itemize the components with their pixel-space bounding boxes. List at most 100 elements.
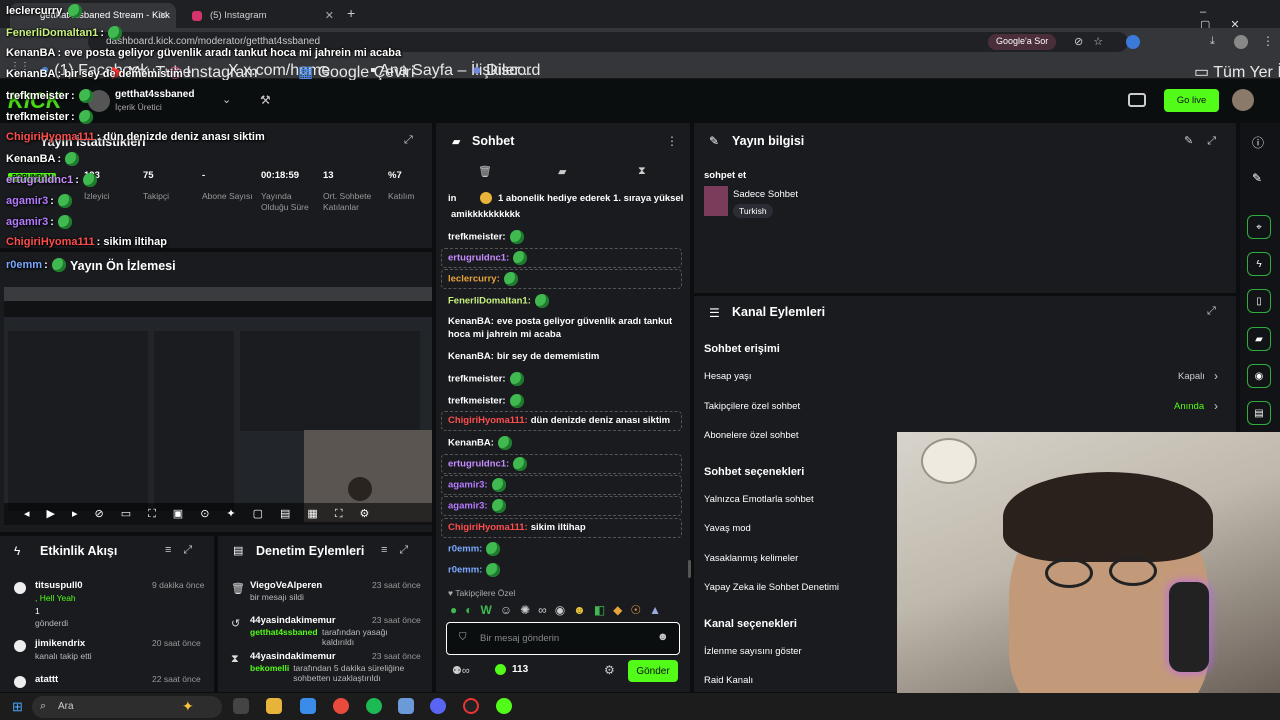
screen-icon[interactable]	[1128, 93, 1146, 107]
chat-username[interactable]: r0emm:	[448, 565, 482, 576]
chat-message[interactable]: r0emm:	[448, 542, 680, 556]
chat-username[interactable]: leclercurry:	[448, 274, 500, 285]
go-live-button[interactable]: Go live	[1164, 89, 1219, 112]
setting-row-label[interactable]: Yapay Zeka ile Sohbet Denetimi	[704, 582, 839, 593]
sidebar-button-6[interactable]: ▤	[1247, 401, 1271, 425]
close-icon[interactable]: ✕	[159, 9, 168, 22]
windows-icon[interactable]: ⊞	[12, 699, 23, 715]
chat-message[interactable]: KenanBA: bir sey de dememistim	[448, 350, 680, 363]
message-icon[interactable]: ▰	[558, 165, 566, 178]
chat-username[interactable]: FenerliDomaltan1:	[448, 296, 531, 307]
setting-row-label[interactable]: Abonelere özel sohbet	[704, 430, 799, 441]
app-icon[interactable]	[398, 698, 414, 714]
chat-username[interactable]: KenanBA:	[448, 351, 494, 362]
chevron-right-icon[interactable]: ›	[1214, 399, 1218, 413]
settings-icon[interactable]: ⚙	[604, 663, 615, 677]
chat-username[interactable]: trefkmeister:	[448, 396, 506, 407]
chat-message[interactable]: leclercurry:	[448, 272, 680, 286]
modlog-actor[interactable]: bekomelli	[250, 663, 289, 673]
chat-message[interactable]: amikkkkkkkkkk	[448, 208, 680, 221]
chrome-icon[interactable]	[333, 698, 349, 714]
sidebar-button-3[interactable]: ▯	[1247, 289, 1271, 313]
info-icon[interactable]: ⓘ	[1252, 134, 1264, 151]
stream-preview-video[interactable]	[4, 287, 432, 525]
chevron-down-icon[interactable]: ⌄	[222, 93, 231, 106]
chat-username[interactable]: ChigiriHyoma111:	[448, 522, 528, 533]
chat-message[interactable]: trefkmeister:	[448, 394, 680, 408]
chat-message[interactable]: agamir3:	[448, 499, 680, 513]
taskbar-search[interactable]: ⌕ Ara ✦	[32, 696, 222, 718]
expand-icon[interactable]: ⤢	[1207, 305, 1216, 318]
chat-message[interactable]: KenanBA: eve posta geliyor güvenlik aradı…	[448, 315, 680, 341]
sidebar-button-5[interactable]: ◉	[1247, 364, 1271, 388]
chat-username[interactable]: ertugruldnc1:	[448, 459, 509, 470]
expand-icon[interactable]: ⤢	[404, 134, 413, 147]
edge-icon[interactable]	[300, 698, 316, 714]
chat-username[interactable]: r0emm:	[448, 544, 482, 555]
profile-avatar[interactable]	[1234, 35, 1248, 49]
chat-scrollbar[interactable]	[688, 560, 691, 578]
chat-message[interactable]: agamir3:	[448, 478, 680, 492]
send-button[interactable]: Gönder	[628, 660, 678, 682]
emote-row[interactable]: ●◐W☺✺∞◉☻◧◆☉▲	[450, 603, 678, 619]
modlog-user[interactable]: ViegoVeAlperen	[250, 580, 322, 591]
address-actions[interactable]: ⊘☆	[1074, 35, 1113, 48]
chat-message[interactable]: KenanBA:	[448, 436, 680, 450]
setting-row-label[interactable]: Takipçilere özel sohbet	[704, 401, 800, 412]
modlog-controls[interactable]: ≡⤢	[381, 544, 420, 557]
activity-user[interactable]: titsuspull0	[35, 580, 83, 591]
setting-row-label[interactable]: Hesap yaşı	[704, 371, 752, 382]
activity-controls[interactable]: ≡⤢	[165, 544, 204, 557]
chat-username[interactable]: KenanBA:	[448, 438, 494, 449]
extension-icon[interactable]	[1126, 35, 1140, 49]
sidebar-button-4[interactable]: ▰	[1247, 327, 1271, 351]
chat-input[interactable]: ⛉ Bir mesaj gönderin ☻	[446, 622, 680, 655]
tab-instagram[interactable]: (5) Instagram ✕	[180, 3, 342, 28]
new-tab-button[interactable]: +	[347, 5, 355, 21]
chat-message[interactable]: ertugruldnc1:	[448, 457, 680, 471]
chat-menu-icon[interactable]: ⋮	[666, 134, 678, 148]
chat-username[interactable]: ertugruldnc1:	[448, 253, 509, 264]
sidebar-button-1[interactable]: ⌖	[1247, 215, 1271, 239]
task-view-icon[interactable]	[233, 698, 249, 714]
chat-username[interactable]: trefkmeister:	[448, 232, 506, 243]
setting-row-label[interactable]: Raid Kanalı	[704, 675, 753, 686]
modlog-user[interactable]: 44yasindakimemur	[250, 651, 336, 662]
chat-username[interactable]: agamir3:	[448, 501, 488, 512]
spotify-icon[interactable]	[366, 698, 382, 714]
chat-message[interactable]: ertugruldnc1:	[448, 251, 680, 265]
chat-message[interactable]: ChigiriHyoma111: sikim iltihap	[448, 521, 680, 534]
chat-message[interactable]: trefkmeister:	[448, 230, 680, 244]
chevron-right-icon[interactable]: ›	[1214, 369, 1218, 383]
hourglass-icon[interactable]: ⧗	[638, 165, 646, 178]
setting-row-label[interactable]: Yalnızca Emotlarla sohbet	[704, 494, 814, 505]
info-controls[interactable]: ✎⤢	[1184, 134, 1230, 148]
download-icon[interactable]: ⤓	[1210, 35, 1223, 48]
chat-message[interactable]: FenerliDomaltan1:	[448, 294, 680, 308]
activity-user[interactable]: atattt	[35, 674, 58, 685]
kick-app-icon[interactable]	[496, 698, 512, 714]
player-control-icons[interactable]: ◂▶▸⊘▭⛶▣⊙✦▢▤▦⛶⚙	[24, 507, 386, 521]
users-icon[interactable]: ⚉∞	[452, 664, 470, 677]
chat-message[interactable]: r0emm:	[448, 563, 680, 577]
activity-user[interactable]: jimikendrix	[35, 638, 85, 649]
trash-icon[interactable]: 🗑	[478, 165, 492, 178]
chat-username[interactable]: KenanBA:	[448, 316, 494, 327]
chat-message[interactable]: trefkmeister:	[448, 372, 680, 386]
discord-icon[interactable]	[430, 698, 446, 714]
chat-username[interactable]: trefkmeister:	[448, 374, 506, 385]
all-bookmarks[interactable]: ▭ Tüm Yer İşaretleri	[1194, 62, 1280, 82]
sidebar-button-2[interactable]: ϟ	[1247, 252, 1271, 276]
setting-row-label[interactable]: Yasaklanmış kelimeler	[704, 553, 798, 564]
user-avatar[interactable]	[1232, 89, 1254, 111]
close-icon[interactable]: ✕	[325, 9, 334, 22]
modlog-user[interactable]: 44yasindakimemur	[250, 615, 336, 626]
modlog-actor[interactable]: getthat4ssbaned	[250, 627, 318, 637]
chat-username[interactable]: ChigiriHyoma111:	[448, 415, 528, 426]
explorer-icon[interactable]	[266, 698, 282, 714]
obs-icon[interactable]	[463, 698, 479, 714]
setting-row-label[interactable]: İzlenme sayısını göster	[704, 646, 802, 657]
menu-icon[interactable]: ⋮	[1262, 34, 1274, 48]
chat-username[interactable]: agamir3:	[448, 480, 488, 491]
bookmark-discord[interactable]: ● Discord	[472, 62, 540, 80]
